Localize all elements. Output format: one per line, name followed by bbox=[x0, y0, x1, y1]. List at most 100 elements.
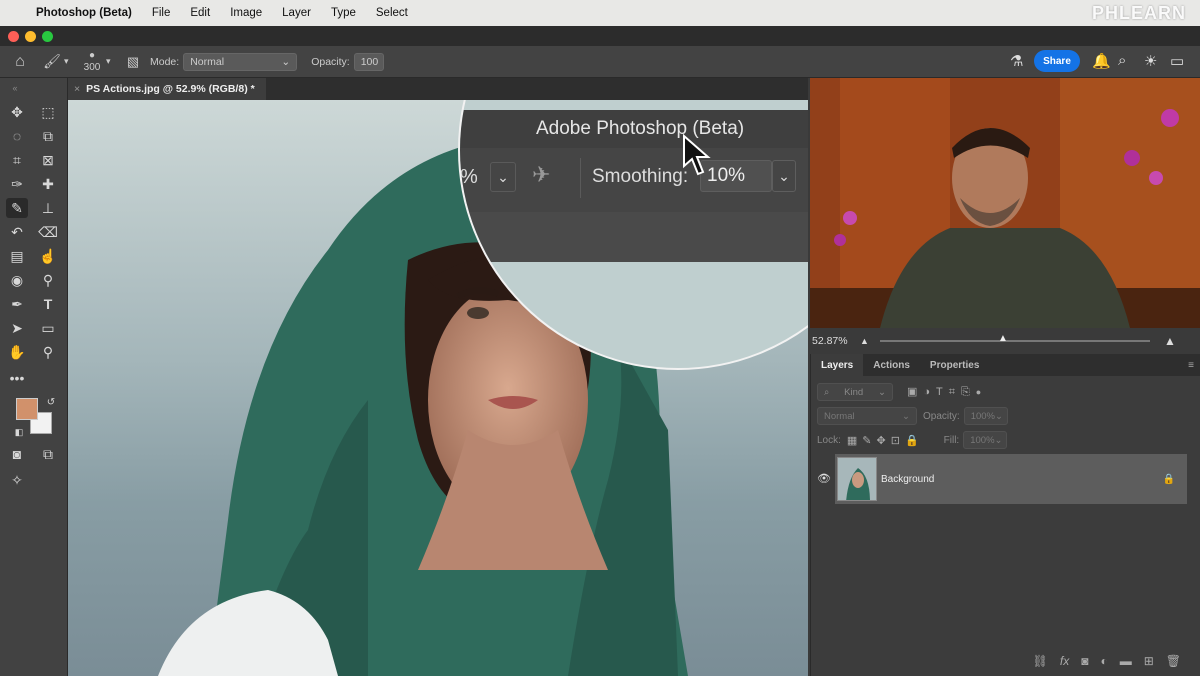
tab-properties[interactable]: Properties bbox=[920, 354, 989, 376]
workspace-icon[interactable]: ▭ bbox=[1170, 52, 1184, 70]
document-tab[interactable]: × PS Actions.jpg @ 52.9% (RGB/8) * bbox=[68, 78, 266, 100]
layer-opacity-label: Opacity: bbox=[923, 410, 960, 422]
fill-field[interactable]: 100% ⌄ bbox=[963, 431, 1008, 449]
chevron-down-icon[interactable]: ▾ bbox=[106, 56, 120, 67]
layer-row[interactable]: Background 🔒 bbox=[835, 454, 1187, 504]
layer-opacity-value: 100% bbox=[970, 410, 995, 422]
zoom-out-icon[interactable]: ▲ bbox=[860, 336, 872, 346]
flask-icon[interactable]: ⚗ bbox=[1010, 52, 1023, 70]
share-label: Share bbox=[1043, 55, 1071, 67]
crop-tool-icon[interactable]: ⌗ bbox=[6, 150, 28, 170]
menu-type[interactable]: Type bbox=[331, 7, 356, 19]
zoom-tool-icon[interactable]: ⚲ bbox=[37, 342, 59, 362]
trash-icon[interactable]: 🗑 bbox=[1166, 654, 1181, 668]
type-tool-icon[interactable]: T bbox=[37, 294, 59, 314]
navigator-zoom-value[interactable]: 52.87% bbox=[812, 335, 860, 347]
bell-icon[interactable]: 🔔 bbox=[1092, 52, 1111, 70]
home-icon[interactable]: ⌂ bbox=[0, 53, 40, 71]
lock-options-icons[interactable]: ▦✎✥⊡🔒 bbox=[847, 434, 924, 447]
foreground-color-swatch[interactable] bbox=[16, 398, 38, 420]
dodge-tool-icon[interactable]: ⚲ bbox=[37, 270, 59, 290]
tools-panel: « ✥ ⬚ ◌ ⧉ ⌗ ⊠ ✑ ✚ ✎ ⊥ ↶ ⌫ ▤ ☝ ◉ ⚲ ✒ T ➤ … bbox=[0, 78, 68, 676]
object-select-tool-icon[interactable]: ⧉ bbox=[37, 126, 59, 146]
smoothing-value: 10% bbox=[707, 165, 746, 186]
tab-actions[interactable]: Actions bbox=[863, 354, 920, 376]
panel-tabs: Layers Actions Properties ≡ bbox=[811, 354, 1200, 376]
chevron-down-icon[interactable]: ⌄ bbox=[772, 160, 796, 192]
search-icon[interactable]: ⌕ bbox=[1118, 52, 1126, 69]
chevron-down-icon[interactable]: ▾ bbox=[64, 56, 78, 67]
share-button[interactable]: Share bbox=[1034, 50, 1080, 72]
magnified-percent: % bbox=[460, 166, 478, 188]
image-canvas[interactable]: Adobe Photoshop (Beta) % ⌄ ✈ Smoothing: … bbox=[68, 100, 808, 676]
minimize-window-button[interactable] bbox=[25, 31, 36, 42]
lock-icon[interactable]: 🔒 bbox=[1163, 474, 1175, 485]
layer-opacity-field[interactable]: 100% ⌄ bbox=[963, 407, 1008, 425]
layer-thumbnail bbox=[837, 457, 877, 501]
filter-type-icons[interactable]: ▣◑T⌗⎘ bbox=[907, 385, 976, 399]
menu-file[interactable]: File bbox=[152, 7, 171, 19]
mode-select[interactable]: Normal ⌄ bbox=[183, 52, 298, 71]
generative-fill-icon[interactable]: ✧ bbox=[6, 470, 28, 490]
quick-mask-icon[interactable]: ◙ bbox=[6, 444, 28, 464]
fx-icon[interactable]: fx bbox=[1060, 654, 1069, 668]
new-layer-icon[interactable]: ⊞ bbox=[1144, 654, 1154, 668]
collapse-icon[interactable]: « bbox=[4, 78, 26, 98]
stamp-tool-icon[interactable]: ⊥ bbox=[37, 198, 59, 218]
gradient-tool-icon[interactable]: ▤ bbox=[6, 246, 28, 266]
path-select-tool-icon[interactable]: ➤ bbox=[6, 318, 28, 338]
chevron-down-icon[interactable]: ⌄ bbox=[490, 162, 516, 192]
brush-settings-icon[interactable]: ▧ bbox=[120, 54, 146, 70]
marquee-tool-icon[interactable]: ⬚ bbox=[37, 102, 59, 122]
history-brush-tool-icon[interactable]: ↶ bbox=[6, 222, 28, 242]
layer-name[interactable]: Background bbox=[881, 474, 934, 485]
opacity-field[interactable]: 100 bbox=[353, 52, 384, 71]
pen-tool-icon[interactable]: ✒ bbox=[6, 294, 28, 314]
menu-layer[interactable]: Layer bbox=[282, 7, 311, 19]
add-mask-icon[interactable]: ◙ bbox=[1081, 654, 1088, 668]
new-group-icon[interactable]: ▬ bbox=[1120, 654, 1132, 668]
tab-layers[interactable]: Layers bbox=[811, 354, 864, 376]
adjustment-layer-icon[interactable]: ◐ bbox=[1100, 654, 1107, 668]
close-tab-icon[interactable]: × bbox=[74, 83, 80, 95]
zoom-slider-thumb[interactable]: ▲ bbox=[998, 333, 1008, 344]
lasso-tool-icon[interactable]: ◌ bbox=[6, 126, 28, 146]
eraser-tool-icon[interactable]: ⌫ bbox=[37, 222, 59, 242]
menu-select[interactable]: Select bbox=[376, 7, 408, 19]
frame-tool-icon[interactable]: ⊠ bbox=[37, 150, 59, 170]
brush-preset-picker[interactable]: ● 300 bbox=[78, 50, 106, 74]
brush-tool-icon[interactable]: ✎ bbox=[6, 198, 28, 218]
filter-toggle-icon[interactable]: ● bbox=[976, 387, 981, 397]
opacity-label: Opacity: bbox=[311, 55, 350, 68]
chevron-down-icon: ⌄ bbox=[281, 55, 291, 68]
lightbulb-icon[interactable]: ☀ bbox=[1144, 52, 1157, 70]
hand-tool-icon[interactable]: ✋ bbox=[6, 342, 28, 362]
close-window-button[interactable] bbox=[8, 31, 19, 42]
airbrush-icon[interactable]: ✈ bbox=[532, 162, 550, 188]
zoom-in-icon[interactable]: ▲ bbox=[1164, 334, 1176, 348]
visibility-eye-icon[interactable]: 👁 bbox=[817, 472, 831, 485]
menu-app[interactable]: Photoshop (Beta) bbox=[36, 7, 132, 19]
default-colors-icon[interactable]: ◧ bbox=[8, 422, 30, 442]
link-layers-icon[interactable]: ⛓ bbox=[1033, 654, 1048, 668]
blend-mode-value: Normal bbox=[824, 410, 855, 422]
screen-mode-icon[interactable]: ⧉ bbox=[37, 444, 59, 464]
menu-image[interactable]: Image bbox=[230, 7, 262, 19]
eyedropper-tool-icon[interactable]: ✑ bbox=[6, 174, 28, 194]
swap-colors-icon[interactable]: ↺ bbox=[40, 392, 62, 412]
zoom-window-button[interactable] bbox=[42, 31, 53, 42]
blur-tool-icon[interactable]: ◉ bbox=[6, 270, 28, 290]
blend-mode-select[interactable]: Normal ⌄ bbox=[817, 407, 917, 425]
move-tool-icon[interactable]: ✥ bbox=[6, 102, 28, 122]
smudge-tool-icon[interactable]: ☝ bbox=[37, 246, 59, 266]
healing-brush-tool-icon[interactable]: ✚ bbox=[37, 174, 59, 194]
mode-value: Normal bbox=[190, 55, 225, 68]
panel-menu-icon[interactable]: ≡ bbox=[1188, 360, 1194, 371]
zoom-slider[interactable]: ▲ bbox=[880, 333, 1150, 344]
menu-edit[interactable]: Edit bbox=[190, 7, 210, 19]
more-tools-icon[interactable]: ••• bbox=[6, 368, 28, 388]
rectangle-tool-icon[interactable]: ▭ bbox=[37, 318, 59, 338]
presenter-image bbox=[810, 78, 1200, 328]
brush-tool-icon[interactable]: 🖌 bbox=[40, 53, 64, 70]
kind-filter-select[interactable]: ⌕ Kind ⌄ bbox=[817, 383, 893, 401]
